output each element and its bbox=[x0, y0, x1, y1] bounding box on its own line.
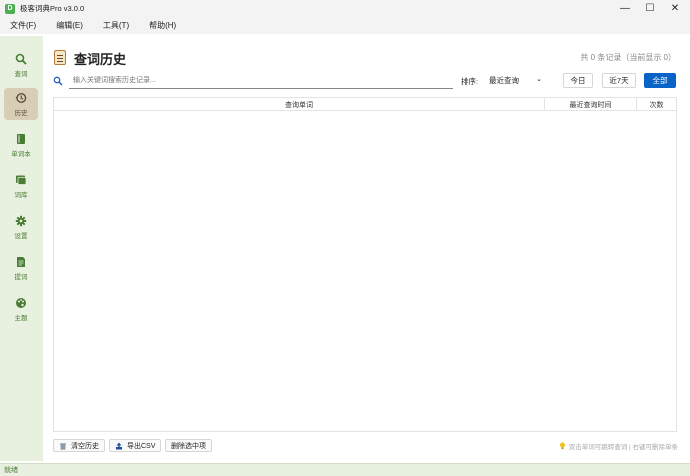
chevron-down-icon: ⌄ bbox=[536, 76, 542, 83]
sort-selected-value: 最近查询 bbox=[489, 75, 519, 85]
sidebar-item-label: 单词本 bbox=[11, 150, 31, 158]
export-csv-button[interactable]: 导出CSV bbox=[109, 439, 162, 452]
close-button[interactable]: ✕ bbox=[660, 0, 690, 17]
usage-hint-text: 双击单词可跳转查词 | 右键可删除单条 bbox=[568, 444, 678, 451]
menu-tools[interactable]: 工具(T) bbox=[103, 20, 129, 31]
trash-icon bbox=[59, 442, 67, 450]
history-table[interactable]: 查询单词 最近查询时间 次数 bbox=[53, 97, 677, 432]
sidebar-item-history[interactable]: 历史 bbox=[4, 88, 38, 120]
note-icon bbox=[15, 256, 27, 268]
menu-file[interactable]: 文件(F) bbox=[10, 20, 36, 31]
sidebar-item-settings[interactable]: 设置 bbox=[4, 211, 38, 243]
record-count: 共 0 条记录（当前显示 0） bbox=[580, 53, 676, 62]
sidebar-item-theme[interactable]: 主题 bbox=[4, 293, 38, 325]
export-icon bbox=[115, 442, 123, 450]
table-header: 查询单词 最近查询时间 次数 bbox=[54, 98, 676, 111]
filter-today-button[interactable]: 今日 bbox=[563, 73, 593, 88]
filter-7days-button[interactable]: 近7天 bbox=[602, 73, 636, 88]
clear-history-label: 清空历史 bbox=[71, 442, 99, 450]
filter-all-button[interactable]: 全部 bbox=[644, 73, 676, 88]
sidebar-item-lookup[interactable]: 查词 bbox=[4, 49, 38, 81]
title-bar: D 极客词典Pro v3.0.0 — ☐ ✕ bbox=[0, 0, 690, 17]
sidebar-item-library[interactable]: 词库 bbox=[4, 170, 38, 202]
palette-icon bbox=[15, 297, 27, 309]
sidebar-item-label: 提词 bbox=[14, 273, 28, 281]
sidebar: 查词 历史 单词本 词库 设置 提词 主题 bbox=[0, 36, 43, 461]
sort-select[interactable]: 最近查询 ⌄ bbox=[484, 72, 548, 88]
page-title: 查词历史 bbox=[74, 52, 127, 67]
gear-icon bbox=[15, 215, 27, 227]
main-panel: 查词历史 共 0 条记录（当前显示 0） 排序: 最近查询 ⌄ 今日 近7天 全… bbox=[44, 36, 690, 461]
library-icon bbox=[15, 174, 27, 186]
search-icon bbox=[53, 76, 63, 86]
sidebar-item-label: 主题 bbox=[14, 314, 28, 322]
export-csv-label: 导出CSV bbox=[127, 442, 156, 450]
sidebar-item-wordbook[interactable]: 单词本 bbox=[4, 129, 38, 161]
menu-bar: 文件(F) 编辑(E) 工具(T) 帮助(H) bbox=[0, 17, 690, 34]
clear-history-button[interactable]: 清空历史 bbox=[53, 439, 105, 452]
status-bar: 就绪 bbox=[0, 463, 690, 476]
sidebar-item-label: 历史 bbox=[14, 109, 28, 117]
sidebar-item-label: 设置 bbox=[14, 232, 28, 240]
column-header-word[interactable]: 查询单词 bbox=[54, 98, 545, 111]
sidebar-item-label: 词库 bbox=[14, 191, 28, 199]
clipboard-icon bbox=[54, 50, 66, 65]
sidebar-item-prompt[interactable]: 提词 bbox=[4, 252, 38, 284]
lightbulb-icon bbox=[559, 442, 566, 450]
book-icon bbox=[15, 133, 27, 145]
sidebar-item-label: 查词 bbox=[14, 70, 28, 78]
search-input[interactable] bbox=[69, 72, 453, 89]
column-header-count[interactable]: 次数 bbox=[637, 98, 676, 111]
sort-label: 排序: bbox=[461, 77, 479, 86]
menu-help[interactable]: 帮助(H) bbox=[149, 20, 176, 31]
history-icon bbox=[15, 92, 27, 104]
column-header-last-time[interactable]: 最近查询时间 bbox=[545, 98, 637, 111]
window-title: 极客词典Pro v3.0.0 bbox=[20, 4, 85, 13]
status-text: 就绪 bbox=[4, 467, 18, 474]
delete-selected-button[interactable]: 删除选中项 bbox=[165, 439, 212, 452]
app-logo-icon: D bbox=[5, 3, 15, 14]
usage-hint: 双击单词可跳转查词 | 右键可删除单条 bbox=[559, 441, 678, 451]
search-icon bbox=[15, 53, 27, 65]
menu-edit[interactable]: 编辑(E) bbox=[56, 20, 83, 31]
